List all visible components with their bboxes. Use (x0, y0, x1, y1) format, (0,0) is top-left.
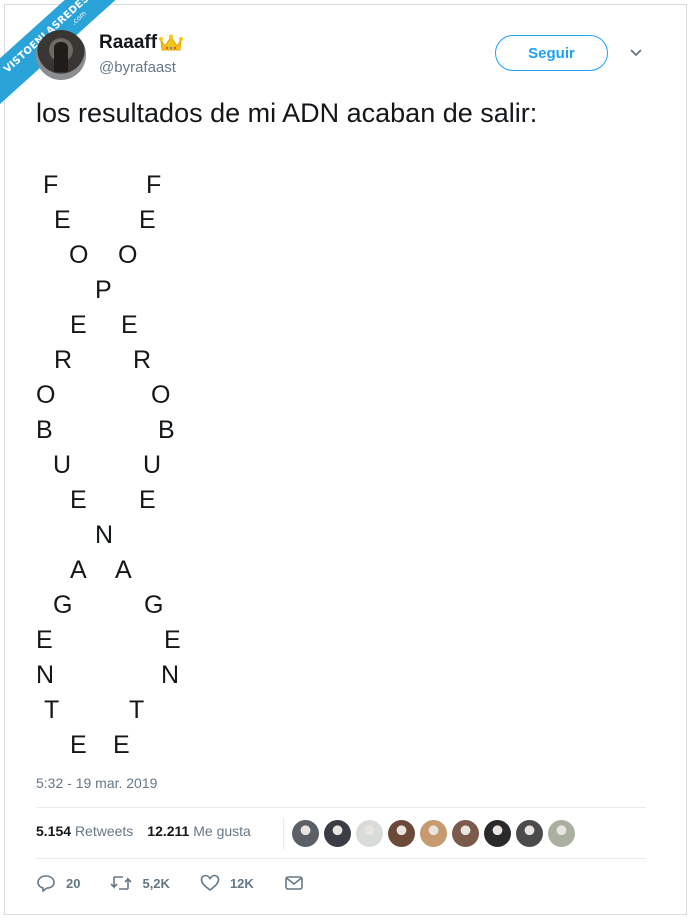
dna-letter: P (95, 276, 112, 304)
crown-emoji-icon (159, 34, 184, 52)
dna-letter: O (118, 241, 138, 269)
liker-avatar[interactable] (516, 820, 543, 847)
dna-letter: E (113, 731, 130, 759)
dna-letter: E (70, 311, 87, 339)
reply-count: 20 (66, 875, 81, 891)
like-count: 12K (229, 875, 254, 891)
liker-avatar[interactable] (388, 820, 415, 847)
heart-icon (200, 874, 220, 892)
avatar[interactable] (36, 30, 86, 80)
reply-icon (37, 875, 55, 892)
retweets-label: Retweets (74, 823, 134, 839)
likes-label: Me gusta (193, 823, 251, 839)
dna-letter: E (139, 206, 156, 234)
dna-letter: E (70, 486, 87, 514)
dna-letter: A (115, 556, 132, 584)
dna-letter: N (161, 661, 180, 689)
dna-letter: U (53, 451, 72, 479)
liker-avatar[interactable] (324, 820, 351, 847)
dna-letter: G (144, 591, 164, 619)
liker-avatar[interactable] (292, 820, 319, 847)
reply-button[interactable]: 20 (36, 874, 80, 892)
dna-letter: R (54, 346, 73, 374)
chevron-down-icon[interactable] (628, 46, 644, 58)
tweet-actions: 20 5,2K 12K (36, 874, 334, 892)
dna-letter: E (121, 311, 138, 339)
direct-message-button[interactable] (284, 875, 304, 891)
retweets-stat[interactable]: 5.154 Retweets (36, 823, 133, 839)
dna-letter: B (158, 416, 175, 444)
dna-letter: F (146, 171, 162, 199)
divider (283, 818, 284, 850)
dna-letter: E (164, 626, 181, 654)
retweets-count: 5.154 (36, 823, 72, 839)
liker-avatar[interactable] (452, 820, 479, 847)
user-handle[interactable]: @byrafaast (99, 59, 176, 76)
retweet-icon (110, 876, 133, 890)
dna-letter: O (151, 381, 171, 409)
dna-letter: F (43, 171, 59, 199)
liker-avatar[interactable] (420, 820, 447, 847)
divider (36, 858, 646, 859)
dna-letter: E (54, 206, 71, 234)
dna-letter: N (36, 661, 55, 689)
dna-letter: T (44, 696, 60, 724)
dna-letter: U (143, 451, 162, 479)
dna-letter: G (53, 591, 73, 619)
follow-button[interactable]: Seguir (495, 35, 608, 71)
dna-letter: O (36, 381, 56, 409)
dna-letter: T (129, 696, 145, 724)
dna-letter: B (36, 416, 53, 444)
dna-letter: E (70, 731, 87, 759)
dna-letter: A (70, 556, 87, 584)
dna-letter: N (95, 521, 114, 549)
liker-avatar[interactable] (356, 820, 383, 847)
likers-avatars (292, 820, 575, 847)
liker-avatar[interactable] (484, 820, 511, 847)
dna-letter: R (133, 346, 152, 374)
like-button[interactable]: 12K (200, 874, 254, 892)
retweet-button[interactable]: 5,2K (110, 874, 170, 892)
envelope-icon (284, 876, 303, 890)
liker-avatar[interactable] (548, 820, 575, 847)
dna-letter: E (36, 626, 53, 654)
display-name-text: Raaaff (99, 32, 158, 53)
retweet-count: 5,2K (142, 875, 170, 891)
tweet-stats: 5.154 Retweets 12.211 Me gusta (36, 823, 251, 839)
likes-stat[interactable]: 12.211 Me gusta (147, 823, 251, 839)
dna-letter: E (139, 486, 156, 514)
divider (36, 807, 646, 808)
likes-count: 12.211 (147, 823, 190, 839)
display-name[interactable]: Raaaff (99, 32, 184, 54)
tweet-text: los resultados de mi ADN acaban de salir… (36, 98, 538, 128)
dna-letter: O (69, 241, 89, 269)
tweet-timestamp[interactable]: 5:32 - 19 mar. 2019 (36, 775, 157, 791)
